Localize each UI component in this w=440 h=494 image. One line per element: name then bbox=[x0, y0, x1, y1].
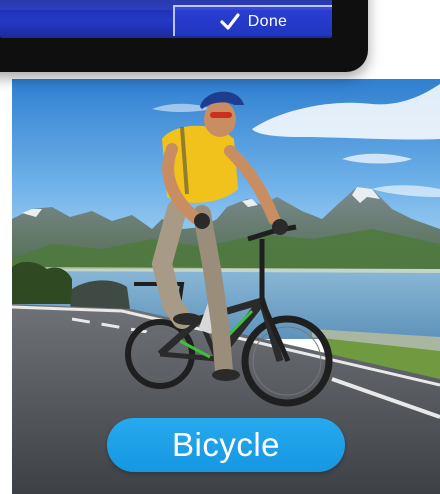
device-frame: Done bbox=[0, 0, 368, 72]
done-label: Done bbox=[247, 12, 288, 30]
device-screen: Done bbox=[0, 0, 332, 38]
app-root: Done Bicycle bbox=[0, 0, 440, 494]
done-button[interactable]: Done bbox=[173, 5, 332, 36]
checkmark-icon bbox=[220, 12, 240, 32]
activity-label-text: Bicycle bbox=[171, 426, 281, 463]
activity-label-pill: Bicycle bbox=[107, 418, 345, 472]
